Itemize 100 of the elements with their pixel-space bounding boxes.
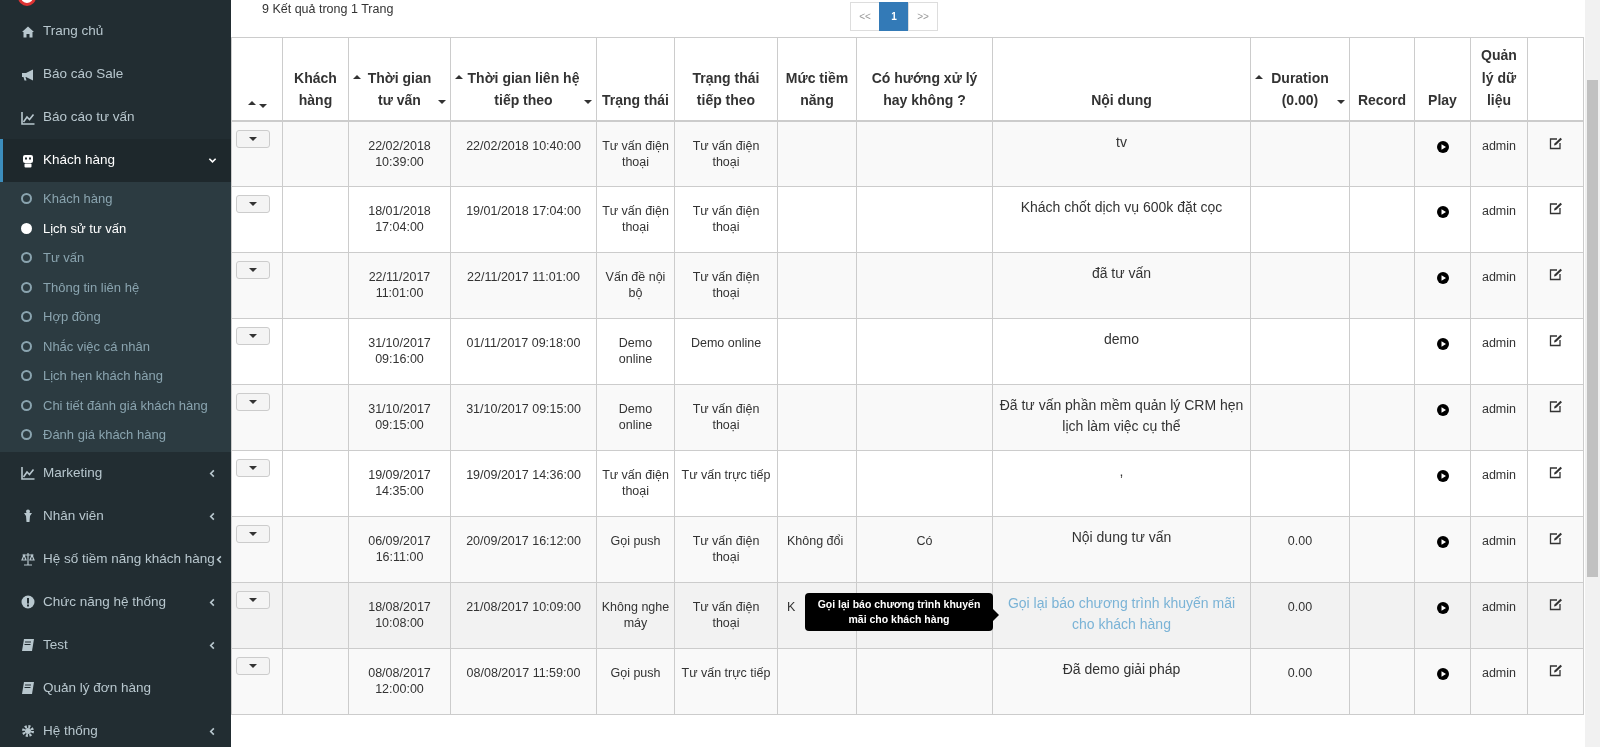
- radio-dot-icon: [21, 340, 32, 352]
- play-icon[interactable]: [1436, 206, 1449, 219]
- results-summary: 9 Kết quả trong 1 Trang: [262, 1, 394, 18]
- submenu-item[interactable]: Đánh giá khách hàng: [0, 420, 231, 450]
- table-cell: admin: [1481, 468, 1516, 482]
- scrollbar[interactable]: [1585, 0, 1600, 747]
- scale-icon: [21, 552, 35, 566]
- sidebar-item[interactable]: Báo cáo tư vấn: [0, 96, 231, 139]
- tooltip: Gọi lại báo chương trình khuyến mãi cho khách hàng: [805, 593, 993, 632]
- sidebar-item[interactable]: Test: [0, 623, 231, 667]
- table-cell: Tư vấn điện thoại: [602, 138, 669, 169]
- play-icon[interactable]: [1436, 536, 1449, 549]
- table-cell: 22/11/2017 11:01:00: [368, 270, 431, 301]
- sidebar-item[interactable]: Marketing: [0, 451, 231, 495]
- sidebar-item[interactable]: Hệ thống: [0, 709, 231, 747]
- dropdown-button[interactable]: [236, 129, 270, 148]
- table-cell: admin: [1481, 204, 1516, 218]
- caret-icon: [249, 598, 257, 602]
- sidebar-item[interactable]: Nhân viên: [0, 494, 231, 538]
- sidebar-item[interactable]: Chức năng hệ thống: [0, 580, 231, 624]
- submenu-item[interactable]: Chi tiết đánh giá khách hàng: [0, 390, 231, 420]
- dropdown-button[interactable]: [236, 459, 270, 477]
- dropdown-button[interactable]: [236, 261, 270, 279]
- sort-down-icon[interactable]: [584, 99, 592, 104]
- gear-icon: [21, 724, 35, 738]
- sidebar-item[interactable]: Khách hàng: [0, 139, 231, 182]
- table-cell-text: đã tư vấn: [1091, 264, 1152, 283]
- edit-icon[interactable]: [1548, 466, 1563, 480]
- table-cell: K: [787, 600, 796, 614]
- submenu-item[interactable]: Nhắc việc cá nhân: [0, 331, 231, 361]
- table-cell: 0.00: [1287, 666, 1313, 680]
- submenu-item[interactable]: Lịch sử tư vấn: [0, 213, 231, 243]
- column-header[interactable]: Nội dung: [1091, 89, 1152, 112]
- edit-icon[interactable]: [1548, 268, 1563, 282]
- edit-icon[interactable]: [1548, 334, 1563, 348]
- table-cell-text: Khách chốt dịch vụ 600k đặt cọc: [1020, 198, 1223, 217]
- scrollbar-thumb[interactable]: [1587, 80, 1598, 577]
- dropdown-button[interactable]: [236, 525, 270, 543]
- caret-icon: [249, 664, 257, 668]
- page-button[interactable]: 1: [879, 2, 909, 31]
- column-header[interactable]: Play: [1428, 89, 1457, 112]
- table-cell: Có: [916, 534, 933, 548]
- dropdown-button[interactable]: [236, 393, 270, 411]
- sidebar-item[interactable]: Báo cáo Sale: [0, 53, 231, 96]
- sort-down-icon[interactable]: [1337, 99, 1345, 104]
- edit-icon[interactable]: [1548, 136, 1563, 150]
- sort-up-icon[interactable]: [1255, 74, 1263, 79]
- table-cell-text: demo: [1104, 330, 1139, 349]
- book-icon: [21, 681, 35, 695]
- sort-down-icon[interactable]: [438, 99, 446, 104]
- submenu-item[interactable]: Khách hàng: [0, 184, 231, 214]
- play-icon[interactable]: [1436, 404, 1449, 417]
- table-cell: 01/11/2017 09:18:00: [466, 336, 581, 350]
- sidebar-item[interactable]: Trang chủ: [0, 10, 231, 53]
- edit-icon[interactable]: [1548, 532, 1563, 546]
- table-cell: Tư vấn điện thoại: [692, 204, 760, 235]
- play-icon[interactable]: [1436, 470, 1449, 483]
- sort-up-icon[interactable]: [455, 74, 463, 79]
- radio-dot-icon: [21, 429, 32, 441]
- table-cell: admin: [1481, 138, 1516, 153]
- edit-icon[interactable]: [1548, 598, 1563, 612]
- submenu-item[interactable]: Thông tin liên hệ: [0, 272, 231, 302]
- edit-icon[interactable]: [1548, 202, 1563, 216]
- radio-dot-icon: [21, 281, 32, 293]
- table-cell: Tư vấn điện thoại: [692, 600, 760, 631]
- home-icon: [21, 24, 35, 39]
- table-cell: 22/11/2017 11:01:00: [467, 270, 580, 284]
- sidebar-item[interactable]: Quản lý đơn hàng: [0, 666, 231, 710]
- table-cell: 22/02/2018 10:39:00: [368, 138, 431, 169]
- table-cell: 31/10/2017 09:15:00: [466, 402, 581, 416]
- table-cell: 21/08/2017 10:09:00: [466, 600, 581, 614]
- table-cell-text: ,: [1119, 462, 1124, 481]
- table-cell: 18/08/2017 10:08:00: [368, 600, 431, 631]
- table-cell: Gọi push: [610, 534, 661, 548]
- submenu-item[interactable]: Tư vấn: [0, 243, 231, 273]
- table-cell-text: Đã demo giải pháp: [1062, 660, 1181, 679]
- submenu-item[interactable]: Hợp đồng: [0, 302, 231, 332]
- radio-dot-icon: [21, 222, 32, 234]
- dropdown-button[interactable]: [236, 657, 270, 675]
- table-cell: Vấn đề nội bộ: [605, 270, 666, 301]
- play-icon[interactable]: [1436, 668, 1449, 681]
- dropdown-button[interactable]: [236, 327, 270, 345]
- edit-icon[interactable]: [1548, 400, 1563, 414]
- play-icon[interactable]: [1436, 338, 1449, 351]
- play-icon[interactable]: [1436, 602, 1449, 615]
- submenu-item[interactable]: Lịch hẹn khách hàng: [0, 361, 231, 391]
- caret-icon: [249, 202, 257, 206]
- sidebar-item[interactable]: Hệ số tiềm năng khách hàng: [0, 537, 231, 581]
- sort-up-icon[interactable]: [353, 74, 361, 79]
- table-cell: Tư vấn điện thoại: [692, 402, 760, 433]
- dropdown-button[interactable]: [236, 591, 270, 609]
- dropdown-button[interactable]: [236, 195, 270, 213]
- table-cell: Tư vấn điện thoại: [602, 468, 669, 499]
- table-cell: 31/10/2017 09:16:00: [368, 336, 431, 367]
- play-icon[interactable]: [1436, 272, 1449, 285]
- edit-icon[interactable]: [1548, 664, 1563, 678]
- play-icon[interactable]: [1436, 140, 1449, 153]
- table-cell: 08/08/2017 12:00:00: [368, 666, 431, 697]
- line-chart-icon: [21, 466, 35, 480]
- table-cell: 18/01/2018 17:04:00: [368, 204, 431, 235]
